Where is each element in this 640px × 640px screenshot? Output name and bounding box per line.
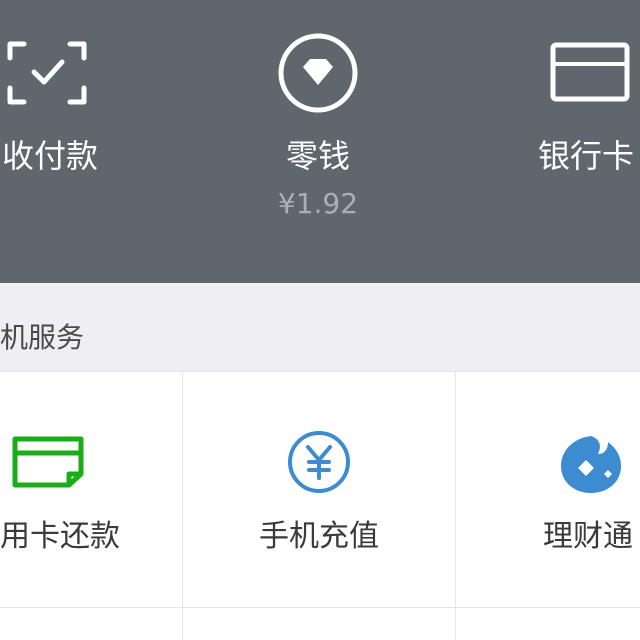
yen-circle-icon	[288, 431, 350, 493]
wallet-item-bank-card[interactable]: 银行卡	[520, 0, 640, 283]
wallet-item-pay[interactable]: 收付款	[0, 0, 140, 283]
coin-diamond-icon	[278, 33, 358, 113]
service-wealth[interactable]: 理财通	[456, 372, 640, 607]
wallet-item-label: 银行卡	[538, 137, 635, 175]
service-label: 理财通	[543, 519, 633, 554]
wallet-header: 收付款 零钱 ¥1.92 银行卡	[0, 0, 640, 283]
service-label: 用卡还款	[0, 519, 120, 554]
grid-divider	[0, 607, 640, 608]
wallet-item-label: 收付款	[2, 137, 99, 175]
service-credit-card-repay[interactable]: 用卡还款	[0, 372, 182, 607]
wallet-item-balance[interactable]: 零钱 ¥1.92	[228, 0, 408, 283]
credit-card-repay-icon	[12, 436, 84, 488]
section-title: 机服务	[0, 321, 85, 354]
services-section-header: 机服务	[0, 283, 640, 372]
scan-pay-icon	[7, 41, 87, 105]
bank-card-icon	[550, 42, 630, 102]
wealth-fish-icon	[561, 436, 621, 493]
wallet-item-label: 零钱	[285, 137, 350, 175]
services-grid: 用卡还款 手机充值 理财通	[0, 372, 640, 640]
balance-amount: ¥1.92	[277, 187, 359, 220]
service-mobile-topup[interactable]: 手机充值	[183, 372, 455, 607]
service-label: 手机充值	[259, 519, 379, 554]
